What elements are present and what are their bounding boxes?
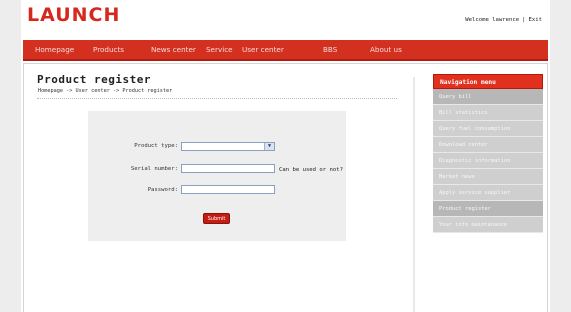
main-nav: Homepage Products News center Service Us… <box>23 40 548 61</box>
sidebar-item-your-info-maintenance[interactable]: Your info maintenance <box>433 217 543 233</box>
sidebar-heading: Navigation menu <box>433 74 543 89</box>
sidebar-item-query-bill[interactable]: Query bill <box>433 89 543 105</box>
navigation-sidebar: Navigation menu Query bill Bill statisti… <box>433 74 543 233</box>
exit-link[interactable]: Exit <box>529 17 542 23</box>
nav-item-user-center[interactable]: User center <box>242 45 284 54</box>
sidebar-item-diagnostic-information[interactable]: Diagnostic information <box>433 153 543 169</box>
launch-logo[interactable]: LAUNCH <box>27 4 120 26</box>
nav-item-service[interactable]: Service <box>206 45 233 54</box>
product-type-select[interactable]: ▼ <box>181 142 275 151</box>
serial-number-input[interactable] <box>181 164 275 173</box>
submit-button[interactable]: Submit <box>203 213 230 224</box>
title-divider <box>37 98 397 99</box>
sidebar-item-bill-statistics[interactable]: Bill statistics <box>433 105 543 121</box>
chevron-down-icon[interactable]: ▼ <box>264 143 274 150</box>
user-welcome: Welcome lawrence | Exit <box>465 17 542 23</box>
sidebar-item-apply-service-supplier[interactable]: Apply service supplier <box>433 185 543 201</box>
welcome-text: Welcome lawrence <box>465 17 520 23</box>
serial-number-label: Serial number: <box>130 166 178 172</box>
sidebar-item-download-center[interactable]: Download center <box>433 137 543 153</box>
nav-item-homepage[interactable]: Homepage <box>35 45 74 54</box>
serial-availability-hint[interactable]: Can be used or not? <box>279 167 343 173</box>
welcome-separator: | <box>522 17 526 23</box>
nav-item-products[interactable]: Products <box>93 45 124 54</box>
breadcrumb[interactable]: Homepage -> User center -> Product regis… <box>38 88 172 94</box>
sidebar-item-product-register[interactable]: Product register <box>433 201 543 217</box>
page-title: Product register <box>37 73 151 86</box>
sidebar-item-query-fuel-consumption[interactable]: Query fuel consumption <box>433 121 543 137</box>
sidebar-divider <box>413 77 415 312</box>
sidebar-item-market-news[interactable]: Market news <box>433 169 543 185</box>
nav-item-about-us[interactable]: About us <box>370 45 402 54</box>
nav-item-bbs[interactable]: BBS <box>323 45 337 54</box>
password-input[interactable] <box>181 185 275 194</box>
product-type-label: Product type: <box>134 143 178 149</box>
nav-item-news-center[interactable]: News center <box>151 45 196 54</box>
password-label: Password: <box>147 187 178 193</box>
